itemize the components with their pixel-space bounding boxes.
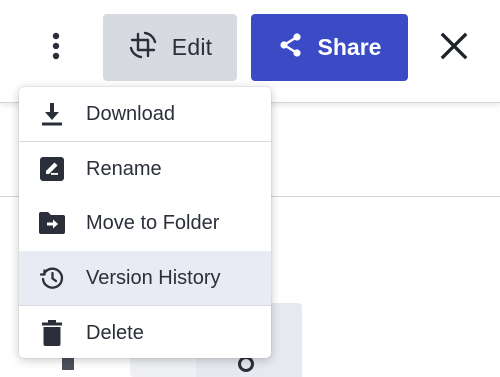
- close-icon: [440, 32, 468, 65]
- trash-icon: [38, 319, 66, 347]
- menu-item-version-history[interactable]: Version History: [19, 251, 271, 305]
- menu-item-move-to-folder[interactable]: Move to Folder: [19, 196, 271, 250]
- download-icon: [38, 100, 66, 128]
- more-options-menu: Download Rename Move to Folder Version H…: [19, 87, 271, 358]
- share-button[interactable]: Share: [251, 14, 408, 81]
- page: Edit Share Download Rename Move to Folde…: [0, 0, 500, 377]
- vertical-ellipsis-icon: [51, 31, 61, 66]
- move-to-folder-icon: [38, 209, 66, 237]
- menu-item-label: Version History: [86, 266, 221, 289]
- menu-item-label: Delete: [86, 321, 144, 344]
- menu-item-label: Rename: [86, 157, 162, 180]
- menu-item-label: Move to Folder: [86, 211, 220, 234]
- share-button-label: Share: [317, 34, 382, 60]
- edit-button[interactable]: Edit: [103, 14, 237, 81]
- crop-rotate-icon: [128, 30, 158, 65]
- history-icon: [38, 264, 66, 292]
- menu-item-rename[interactable]: Rename: [19, 142, 271, 196]
- background-icon: [62, 358, 74, 370]
- close-button[interactable]: [430, 26, 478, 70]
- rename-icon: [38, 155, 66, 183]
- menu-item-delete[interactable]: Delete: [19, 306, 271, 358]
- menu-item-download[interactable]: Download: [19, 87, 271, 141]
- background-icon: [238, 356, 254, 372]
- share-icon: [278, 32, 304, 63]
- edit-button-label: Edit: [171, 34, 213, 60]
- more-options-button[interactable]: [38, 26, 74, 70]
- menu-item-label: Download: [86, 102, 175, 125]
